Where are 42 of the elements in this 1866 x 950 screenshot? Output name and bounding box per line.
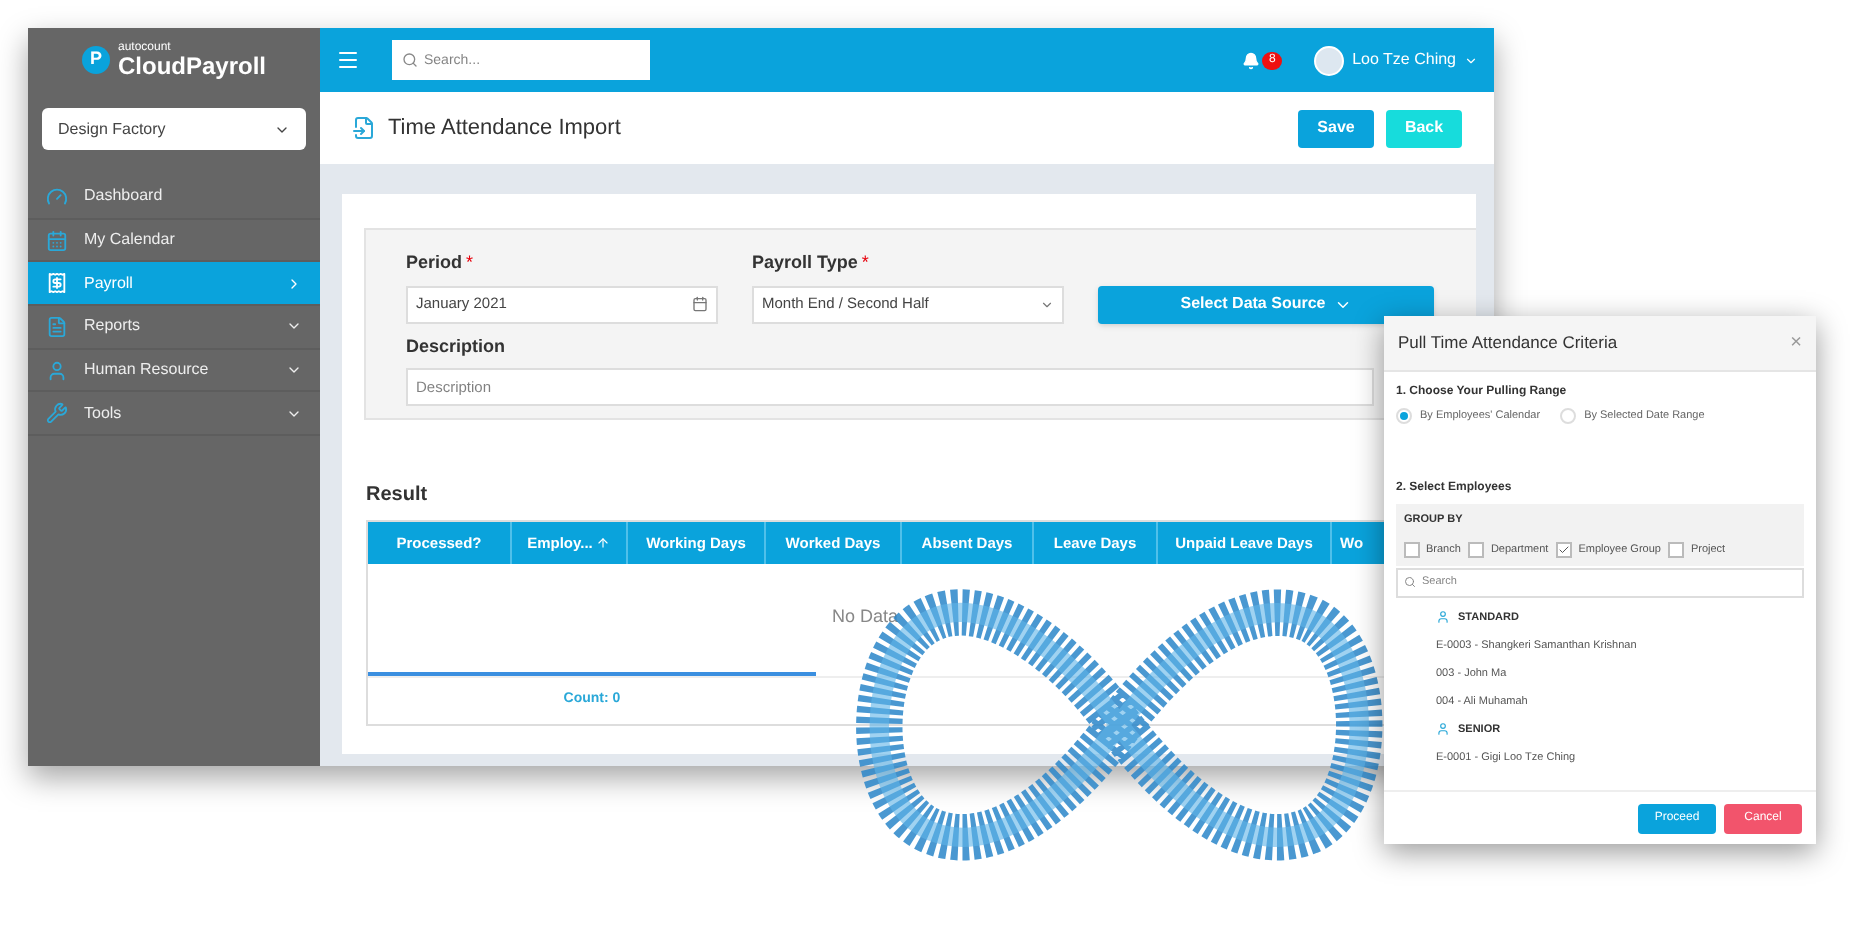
bell-icon[interactable] — [1242, 51, 1261, 69]
user-menu[interactable]: Loo Tze Ching — [1314, 45, 1478, 75]
brand-name: CloudPayroll — [117, 54, 266, 78]
person-icon — [1436, 722, 1450, 737]
person-icon — [1436, 610, 1450, 625]
caret-icon — [1464, 53, 1478, 67]
wrench-icon — [46, 402, 68, 425]
radio-button[interactable] — [1396, 408, 1412, 425]
checkbox[interactable] — [1668, 541, 1685, 558]
chevron-icon — [286, 275, 302, 292]
sort-arrow-icon — [596, 536, 611, 550]
calendar-icon — [692, 296, 708, 312]
receipt-icon — [46, 272, 68, 295]
document-icon — [46, 315, 68, 338]
gauge-icon — [46, 185, 68, 208]
close-button[interactable]: × — [1790, 328, 1802, 358]
required-mark: * — [466, 250, 474, 276]
field-label: Payroll Type — [752, 250, 858, 276]
result-title: Result — [366, 482, 428, 510]
save-button[interactable]: Save — [1298, 109, 1374, 147]
field-label: Description — [406, 333, 506, 360]
field-label: Period — [406, 250, 463, 276]
avatar-icon — [1314, 45, 1345, 75]
page-title: Time Attendance Import — [388, 113, 623, 144]
person-icon — [46, 359, 68, 382]
radio-button[interactable] — [1560, 408, 1577, 425]
checkbox[interactable] — [1404, 541, 1420, 558]
checkbox[interactable] — [1556, 541, 1573, 558]
calendar-icon — [46, 229, 68, 252]
search-icon — [402, 52, 418, 68]
company-select[interactable]: Design Factory — [42, 108, 306, 150]
checkbox[interactable] — [1468, 541, 1485, 558]
empty-message: No Data — [832, 604, 899, 631]
dialog-title: Pull Time Attendance Criteria — [1398, 330, 1618, 356]
import-icon — [352, 116, 376, 140]
caret-icon — [1040, 297, 1054, 311]
required-mark: * — [861, 250, 869, 276]
select-data-source-button[interactable]: Select Data Source — [1098, 285, 1434, 323]
nav-item[interactable]: Payroll — [28, 262, 320, 307]
menu-icon[interactable] — [336, 48, 360, 72]
search-icon — [1404, 576, 1416, 589]
logo-icon: P — [81, 46, 110, 74]
